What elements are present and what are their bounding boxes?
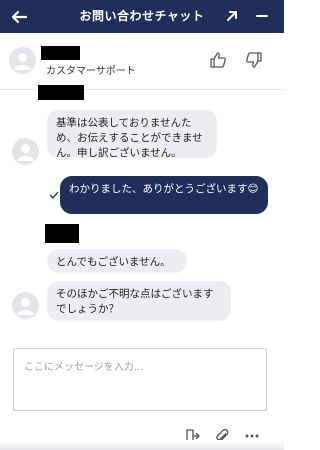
agent-info-bar: カスタマーサポート	[0, 33, 284, 90]
chat-transcript[interactable]: 基準は公表しておりませんため、お伝えすることができません。申し訳ございません。 …	[0, 85, 284, 380]
agent-name-redacted	[38, 85, 84, 100]
agent-avatar	[12, 138, 39, 165]
thumbs-down-icon[interactable]	[245, 51, 263, 69]
thumbs-up-icon[interactable]	[209, 51, 227, 69]
message-input[interactable]	[14, 349, 266, 410]
user-silhouette-icon	[14, 53, 31, 70]
message-bubble-user: わかりました、ありがとうございます😊	[60, 176, 268, 214]
agent-subtitle: カスタマーサポート	[46, 66, 136, 77]
user-silhouette-icon	[17, 298, 34, 315]
message-composer	[13, 348, 267, 411]
expand-icon[interactable]	[224, 8, 240, 24]
bottom-edge	[0, 440, 284, 450]
message-bubble-agent: とんでもございません。	[47, 249, 187, 273]
agent-avatar	[9, 47, 36, 74]
message-bubble-agent: そのほかご不明な点はございますでしょうか？	[47, 281, 231, 321]
chat-title: お問い合わせチャット	[79, 9, 205, 23]
chat-header: お問い合わせチャット	[0, 0, 284, 33]
agent-name-redacted	[41, 46, 80, 60]
agent-name-redacted	[45, 224, 79, 243]
user-silhouette-icon	[17, 144, 34, 161]
agent-avatar	[12, 292, 39, 319]
minimize-icon[interactable]	[254, 8, 270, 24]
message-bubble-agent: 基準は公表しておりませんため、お伝えすることができません。申し訳ございません。	[47, 110, 217, 159]
check-icon	[49, 191, 59, 199]
